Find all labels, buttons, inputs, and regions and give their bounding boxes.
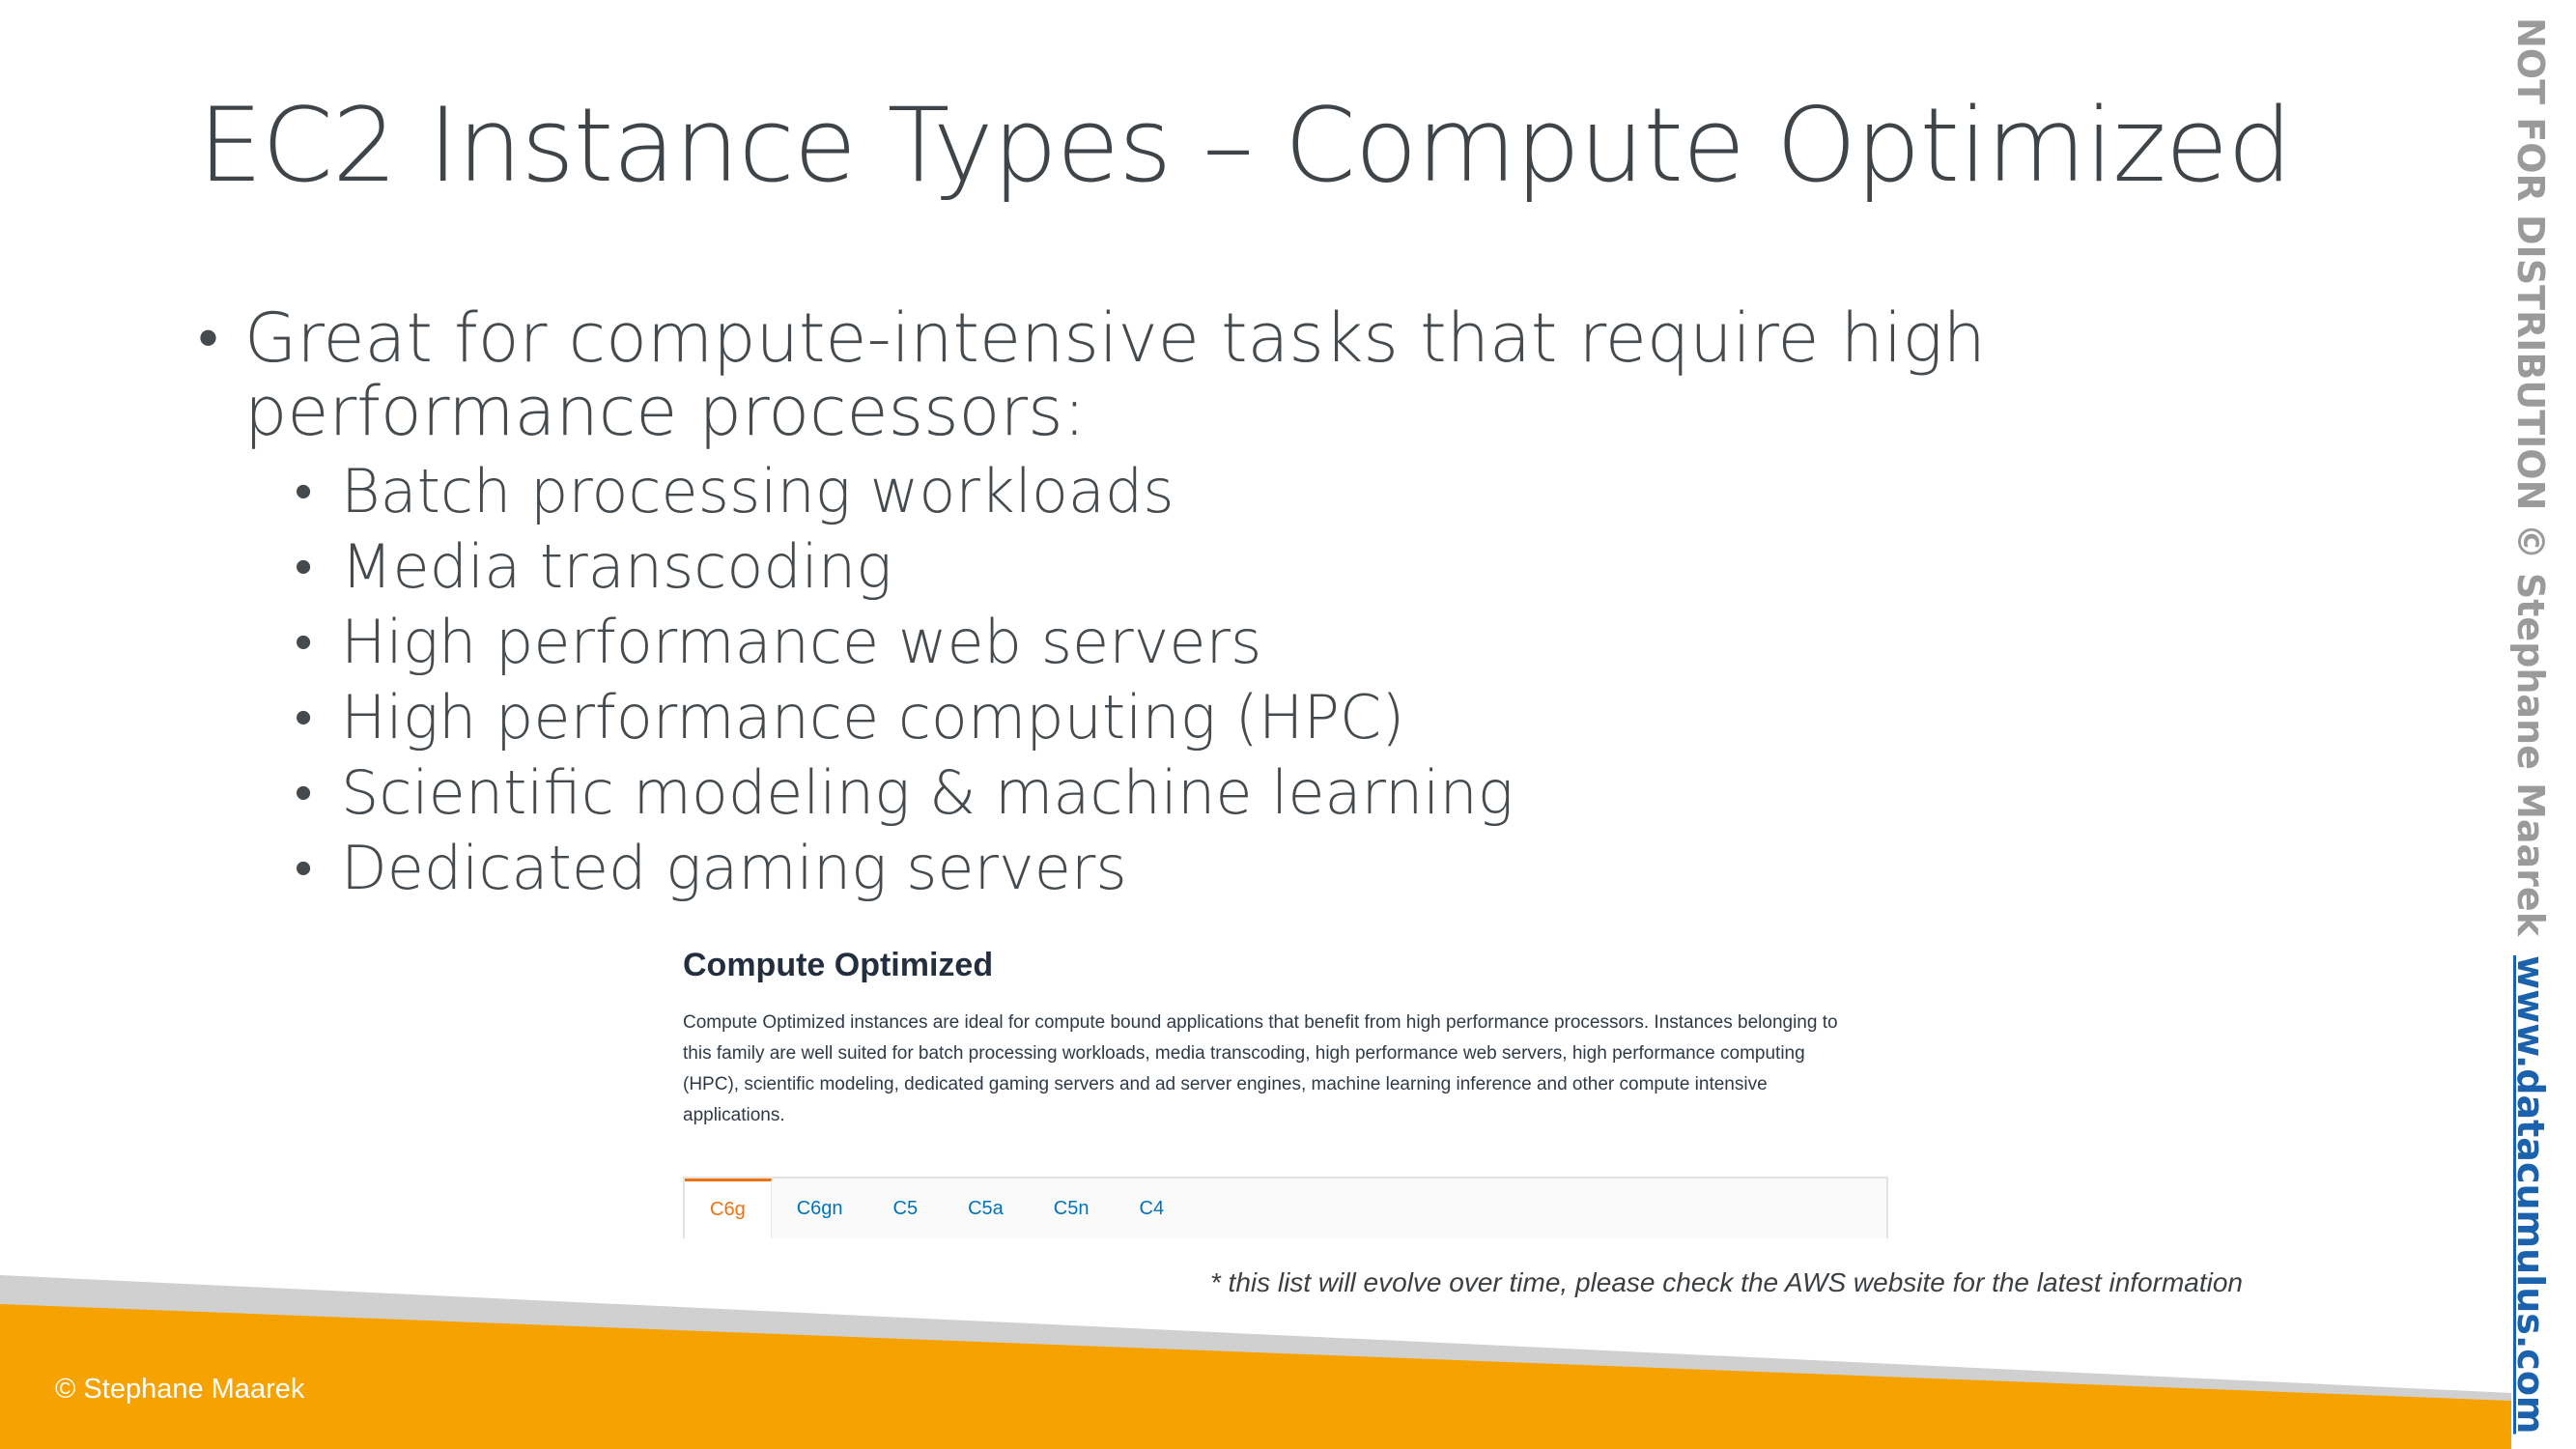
bullet-dot: • [295,689,313,747]
watermark: NOT FOR DISTRIBUTION © Stephane Maarek ww… [2509,17,2552,1435]
sub-bullet-text: High performance computing (HPC) [341,682,1405,753]
sub-bullet-text: Dedicated gaming servers [341,833,1127,903]
tab-c5n[interactable]: C5n [1029,1179,1115,1238]
bullet-dot: • [295,613,313,671]
list-item: • Media transcoding [295,529,2449,605]
copyright: © Stephane Maarek [55,1374,305,1405]
tab-c6gn[interactable]: C6gn [772,1179,868,1238]
sub-bullet-text: High performance web servers [341,607,1262,677]
footnote: * this list will evolve over time, pleas… [1209,1267,2243,1297]
sub-bullet-list: • Batch processing workloads • Media trans… [295,454,2449,906]
list-item: • High performance computing (HPC) [295,680,2449,755]
tab-c5[interactable]: C5 [868,1179,944,1238]
list-item: • Scientific modeling & machine learning [295,755,2449,831]
watermark-link[interactable]: www.datacumulus.com [2509,955,2552,1435]
list-item: • Batch processing workloads [295,454,2449,529]
aws-section-description: Compute Optimized instances are ideal fo… [683,1012,1838,1125]
instance-tabs: C6g C6gn C5 C5a C5n C4 [683,1177,1888,1238]
tab-c5a[interactable]: C5a [943,1179,1029,1238]
aws-screenshot-panel: Compute Optimized Compute Optimized inst… [683,947,1905,1131]
bullet-list: • Great for compute-intensive tasks that… [198,301,2449,906]
watermark-notice: NOT FOR DISTRIBUTION © Stephane Maarek [2509,17,2552,936]
sub-bullet-text: Media transcoding [341,531,892,602]
bullet-dot: • [295,764,313,822]
bullet-main: • Great for compute-intensive tasks that… [198,301,2369,448]
tab-c6g[interactable]: C6g [685,1179,772,1238]
sub-bullet-text: Batch processing workloads [341,456,1175,526]
bullet-main-text: Great for compute-intensive tasks that r… [244,298,1986,451]
page-title: EC2 Instance Types – Compute Optimized [198,86,2292,205]
aws-section-heading: Compute Optimized [683,947,994,983]
bullet-dot: • [295,463,313,521]
list-item: • Dedicated gaming servers [295,831,2449,906]
list-item: • High performance web servers [295,605,2449,680]
tab-c4[interactable]: C4 [1115,1179,1190,1238]
bullet-dot: • [295,538,313,596]
sub-bullet-text: Scientific modeling & machine learning [341,757,1514,828]
watermark-text: NOT FOR DISTRIBUTION © Stephane Maarek ww… [2509,17,2552,1435]
bullet-dot: • [198,304,219,372]
bullet-dot: • [295,839,313,897]
